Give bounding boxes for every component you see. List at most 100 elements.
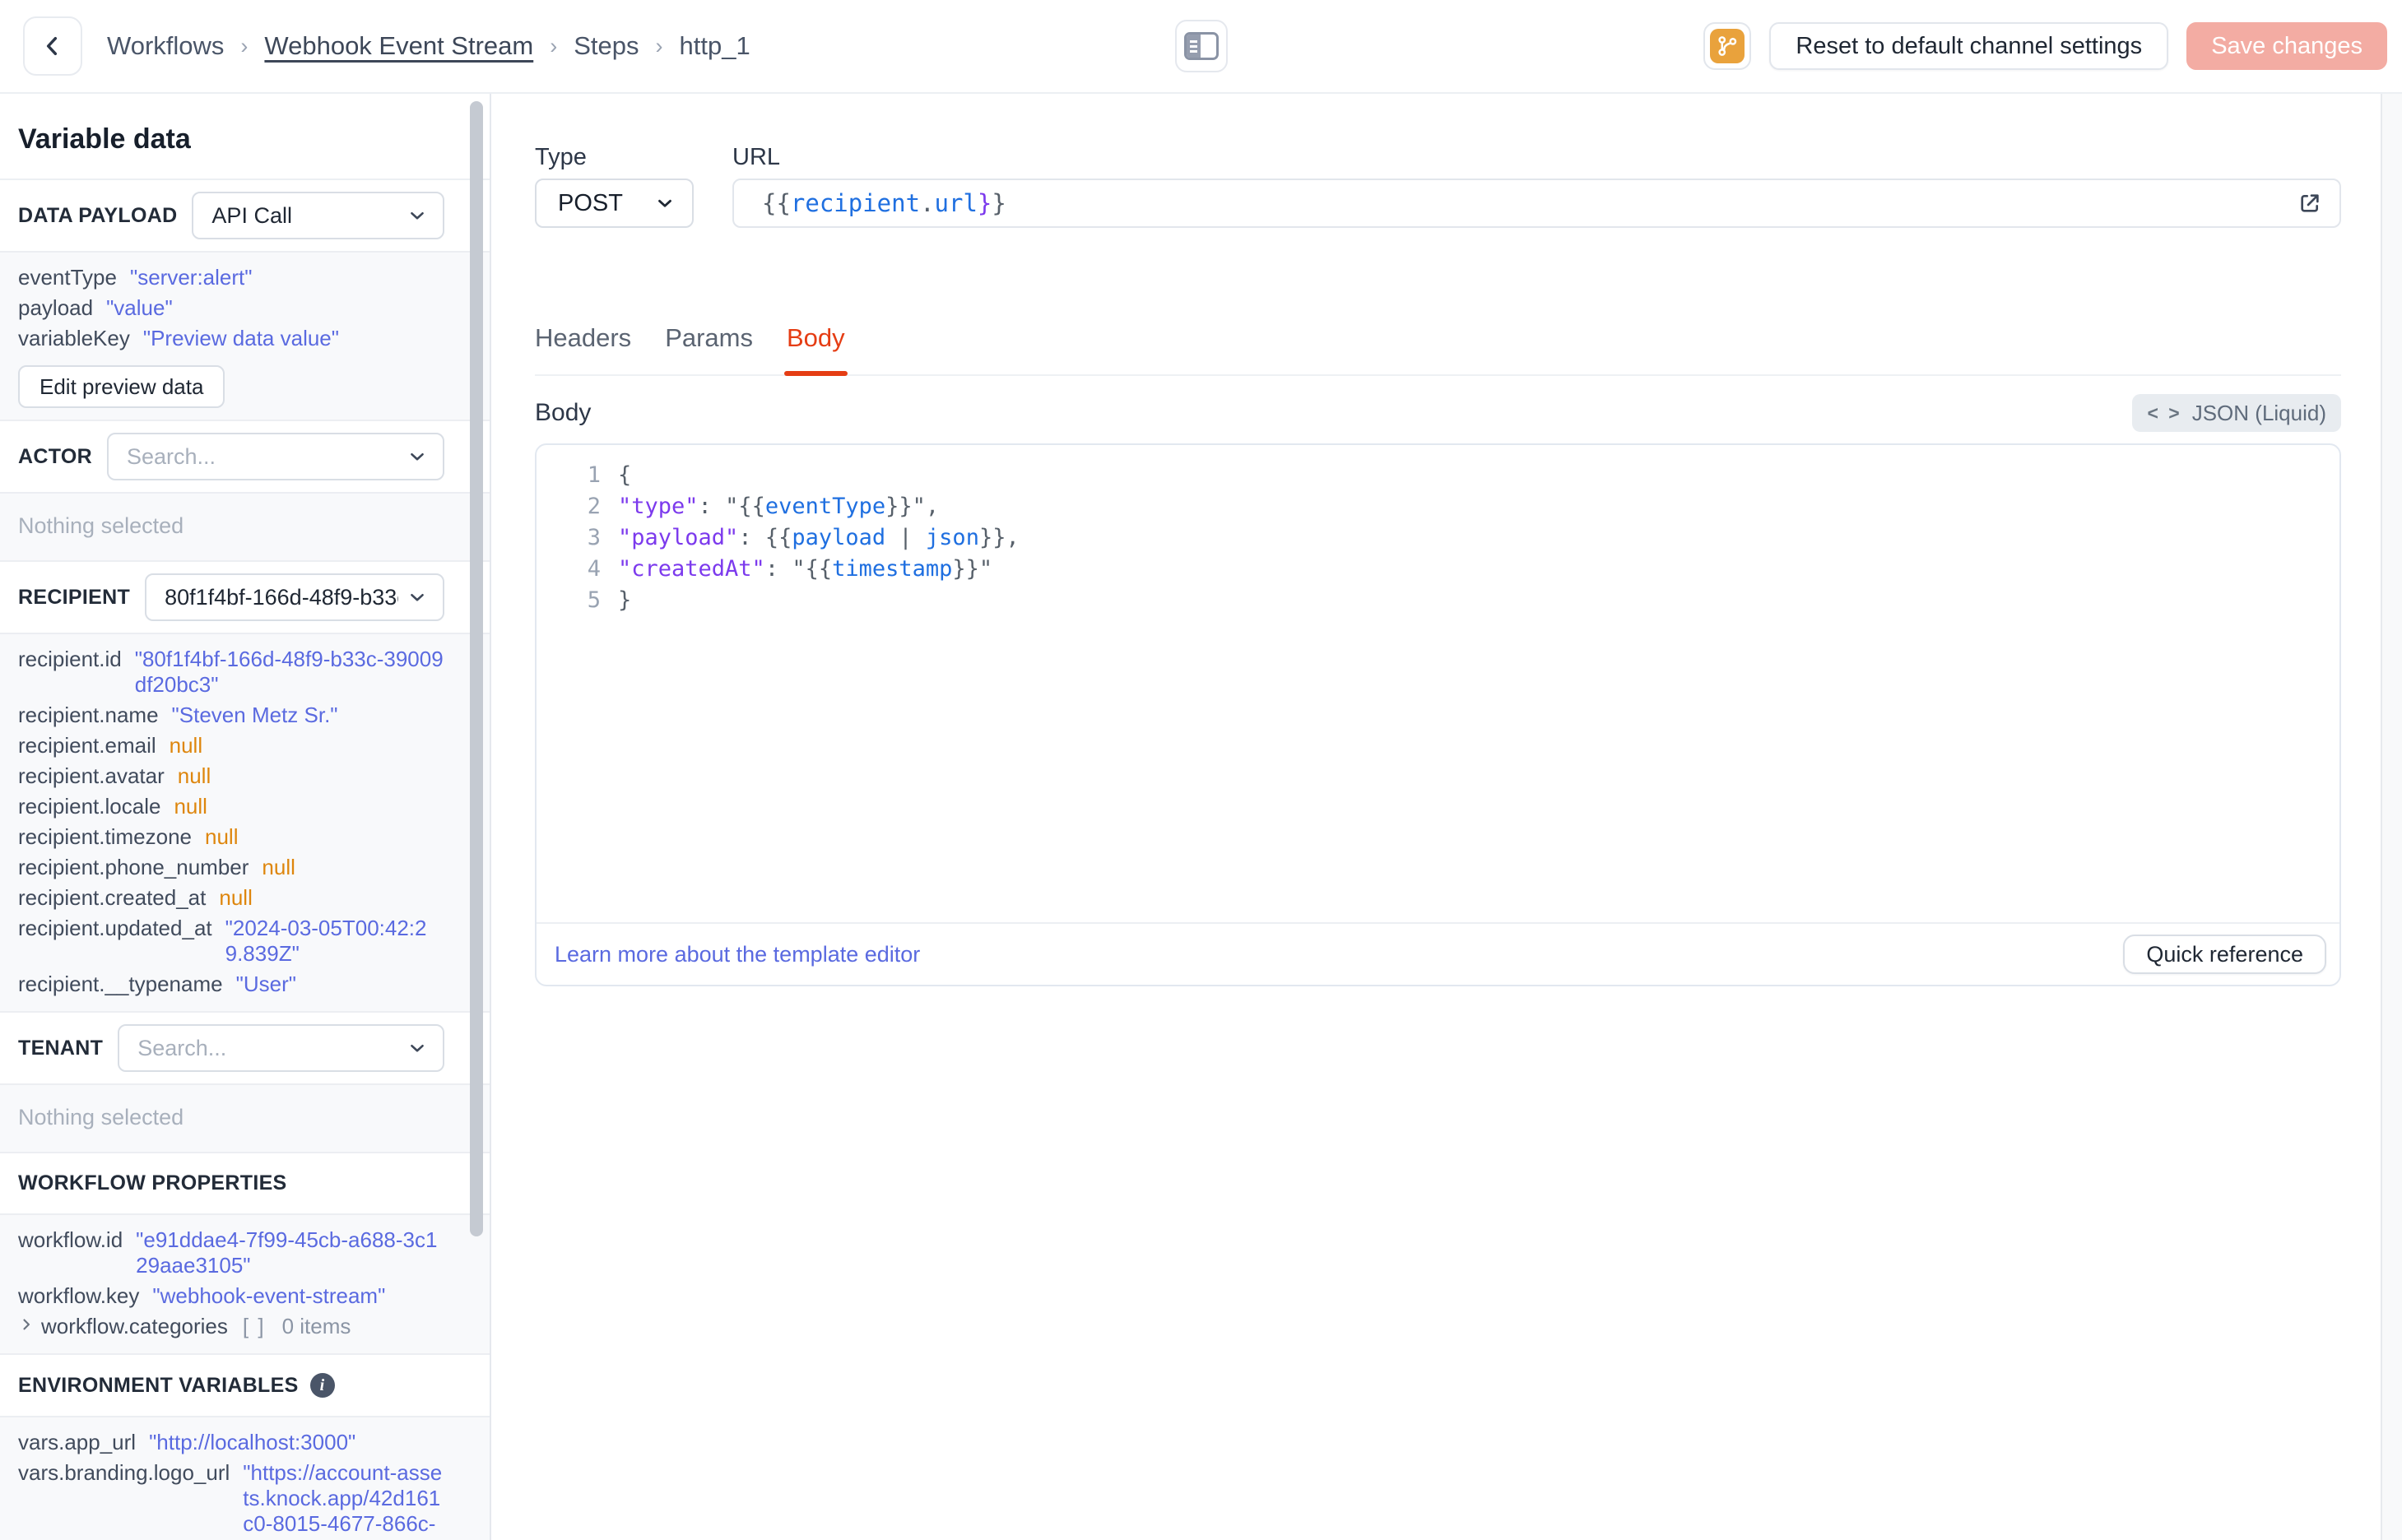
field-key: vars.branding.logo_url: [18, 1460, 230, 1485]
url-input[interactable]: {{recipient.url}}: [732, 179, 2341, 228]
workflow-categories-row[interactable]: workflow.categories [ ] 0 items: [18, 1311, 444, 1342]
chevron-down-icon: [407, 446, 428, 467]
field-row: recipient.avatar null: [18, 761, 444, 791]
quick-reference-button[interactable]: Quick reference: [2123, 935, 2326, 974]
field-value: "http://localhost:3000": [149, 1430, 356, 1454]
tenant-search-select[interactable]: Search...: [118, 1024, 444, 1072]
template-editor-docs-link[interactable]: Learn more about the template editor: [555, 942, 920, 967]
line-number: 2: [587, 494, 601, 519]
breadcrumb-item-steps[interactable]: Steps: [574, 31, 639, 61]
back-button[interactable]: [23, 16, 82, 76]
field-key: vars.app_url: [18, 1430, 137, 1454]
edit-preview-data-button[interactable]: Edit preview data: [18, 365, 225, 408]
code-line[interactable]: 1{: [537, 460, 2339, 491]
breadcrumb-separator: ›: [655, 33, 663, 58]
field-row: vars.branding.logo_url "https://account-a…: [18, 1458, 444, 1540]
code-text: "createdAt": "{{timestamp}}": [618, 556, 993, 582]
field-key: variableKey: [18, 326, 130, 350]
field-row: workflow.id "e91ddae4-7f99-45cb-a688-3c12…: [18, 1225, 444, 1281]
tab-headers[interactable]: Headers: [535, 323, 631, 374]
chevron-left-icon: [39, 33, 66, 59]
field-key: recipient.id: [18, 647, 122, 671]
field-row: recipient.__typename "User": [18, 969, 444, 1000]
field-value: null: [219, 885, 253, 910]
line-number: 4: [587, 556, 601, 582]
json-liquid-badge: < > JSON (Liquid): [2132, 394, 2341, 432]
field-key: workflow.key: [18, 1283, 140, 1308]
field-value: "webhook-event-stream": [152, 1283, 386, 1308]
field-value: "Steven Metz Sr.": [171, 703, 338, 727]
field-row: recipient.locale null: [18, 791, 444, 822]
method-select[interactable]: POST: [535, 179, 694, 228]
field-row: payload "value": [18, 293, 444, 323]
panel-toggle-button[interactable]: [1174, 20, 1228, 72]
actor-row: ACTOR Search...: [0, 421, 490, 492]
actor-search-select[interactable]: Search...: [106, 433, 444, 480]
tab-body[interactable]: Body: [784, 323, 848, 376]
field-key: recipient.timezone: [18, 824, 192, 849]
code-line[interactable]: 4 "createdAt": "{{timestamp}}": [537, 554, 2339, 585]
field-key: recipient.phone_number: [18, 855, 249, 879]
reset-channel-settings-button[interactable]: Reset to default channel settings: [1769, 22, 2169, 70]
tabs: Headers Params Body: [535, 323, 2341, 376]
recipient-fields-section: recipient.id "80f1f4bf-166d-48f9-b33c-390…: [0, 633, 490, 1013]
field-value: "User": [235, 972, 296, 996]
recipient-row: RECIPIENT 80f1f4bf-166d-48f9-b33c: [0, 562, 490, 633]
workflow-properties-section: workflow.id "e91ddae4-7f99-45cb-a688-3c12…: [0, 1213, 490, 1355]
body-heading-row: Body < > JSON (Liquid): [535, 394, 2341, 432]
code-line[interactable]: 3 "payload": {{payload | json}},: [537, 522, 2339, 554]
line-number: 1: [587, 462, 601, 488]
field-row: recipient.created_at null: [18, 883, 444, 913]
actor-label: ACTOR: [18, 444, 92, 468]
field-value: null: [174, 794, 207, 819]
data-payload-row: DATA PAYLOAD API Call: [0, 180, 490, 251]
request-editor-main: Type POST URL {{recipient.url}} Headers …: [491, 94, 2402, 1540]
chevron-right-icon: [18, 1316, 35, 1333]
sidebar-title: Variable data: [18, 123, 191, 155]
save-changes-button[interactable]: Save changes: [2186, 22, 2387, 70]
breadcrumb-item-workflows[interactable]: Workflows: [107, 31, 224, 61]
field-row: recipient.name "Steven Metz Sr.": [18, 700, 444, 731]
code-line[interactable]: 2 "type": "{{eventType}}",: [537, 491, 2339, 522]
editor-footer: Learn more about the template editor Qui…: [537, 922, 2339, 985]
field-value: "Preview data value": [142, 326, 339, 350]
actor-empty-section: Nothing selected: [0, 492, 490, 562]
git-branch-icon: [1710, 29, 1745, 63]
field-key: recipient.updated_at: [18, 916, 212, 940]
field-key: recipient.locale: [18, 794, 161, 819]
topbar-actions: Reset to default channel settings Save c…: [1703, 22, 2387, 70]
data-payload-label: DATA PAYLOAD: [18, 203, 178, 227]
data-payload-select[interactable]: API Call: [192, 192, 444, 239]
workflow-properties-header: WORKFLOW PROPERTIES: [0, 1153, 490, 1213]
info-icon[interactable]: i: [309, 1373, 335, 1398]
url-value: {{recipient.url}}: [762, 189, 1006, 217]
external-link-icon[interactable]: [2297, 190, 2323, 216]
field-row: recipient.email null: [18, 731, 444, 761]
field-row: eventType "server:alert": [18, 262, 444, 293]
code-line[interactable]: 5}: [537, 585, 2339, 616]
body-editor-card: 1{2 "type": "{{eventType}}", 3 "payload": {…: [535, 443, 2341, 986]
right-rail: [2381, 94, 2402, 1540]
recipient-select[interactable]: 80f1f4bf-166d-48f9-b33c: [145, 573, 444, 621]
field-row: recipient.updated_at "2024-03-05T00:42:29…: [18, 913, 444, 969]
field-value: "server:alert": [129, 265, 253, 290]
sidebar-layout-icon: [1183, 32, 1219, 60]
commit-changes-button[interactable]: [1703, 22, 1752, 70]
code-area[interactable]: 1{2 "type": "{{eventType}}", 3 "payload": {…: [537, 445, 2339, 922]
breadcrumb-item-webhook-event-stream[interactable]: Webhook Event Stream: [264, 31, 533, 61]
recipient-label: RECIPIENT: [18, 585, 131, 609]
tab-params[interactable]: Params: [665, 323, 753, 374]
breadcrumb-separator: ›: [240, 33, 249, 58]
code-brackets-icon: < >: [2147, 401, 2182, 424]
field-value: null: [169, 733, 203, 758]
sidebar-scrollbar[interactable]: [470, 101, 483, 1236]
tenant-row: TENANT Search...: [0, 1013, 490, 1083]
field-key: eventType: [18, 265, 117, 290]
breadcrumb-separator: ›: [550, 33, 558, 58]
field-key: payload: [18, 295, 94, 320]
chevron-down-icon: [654, 192, 676, 214]
environment-fields-section: vars.app_url "http://localhost:3000" vars.…: [0, 1416, 490, 1540]
workflow-fields: workflow.id "e91ddae4-7f99-45cb-a688-3c12…: [18, 1225, 444, 1311]
breadcrumb-item-http_1[interactable]: http_1: [680, 31, 750, 61]
tenant-label: TENANT: [18, 1036, 104, 1060]
